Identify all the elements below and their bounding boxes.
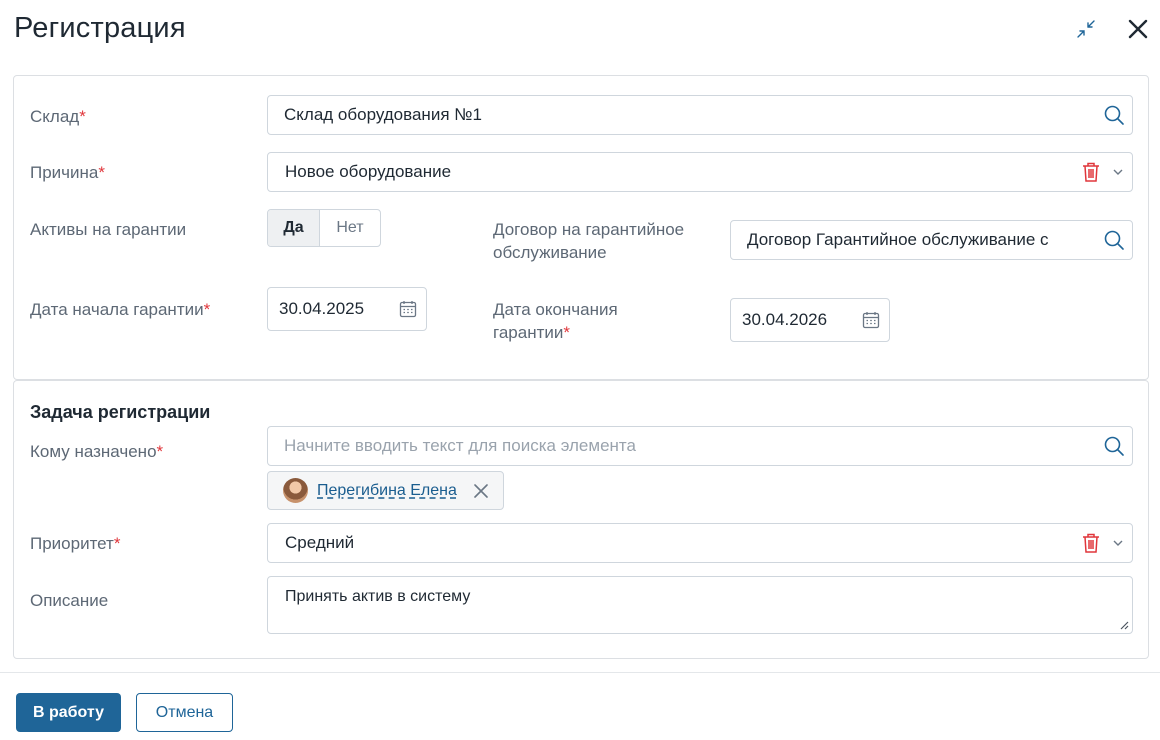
warranty-yes-option[interactable]: Да	[268, 210, 320, 246]
reason-value: Новое оборудование	[285, 162, 452, 181]
calendar-icon[interactable]	[853, 302, 889, 338]
warehouse-field[interactable]: Склад оборудования №1	[267, 95, 1133, 135]
chevron-down-icon[interactable]	[1104, 154, 1132, 190]
description-label: Описание	[30, 591, 109, 610]
warehouse-label: Склад*	[30, 107, 86, 126]
end-date-field[interactable]: 30.04.2026	[730, 298, 890, 342]
chevron-down-icon[interactable]	[1104, 525, 1132, 561]
priority-value: Средний	[285, 533, 355, 552]
main-fields-panel: Склад* Склад оборудования №1 Причина* Но…	[13, 75, 1149, 380]
end-date-value: 30.04.2026	[742, 310, 828, 329]
contract-field[interactable]: Договор Гарантийное обслуживание с	[730, 220, 1133, 260]
start-date-field[interactable]: 30.04.2025	[267, 287, 427, 331]
description-value: Принять актив в систему	[285, 588, 471, 605]
task-panel: Задача регистрации Кому назначено* Начни…	[13, 380, 1149, 659]
trash-icon[interactable]	[1078, 525, 1104, 561]
assignee-chip: Перегибина Елена	[267, 471, 504, 510]
trash-icon[interactable]	[1078, 154, 1104, 190]
search-icon[interactable]	[1096, 428, 1132, 464]
contract-label: Договор на гарантийное обслуживание	[493, 220, 685, 262]
cancel-button[interactable]: Отмена	[136, 693, 233, 732]
close-icon[interactable]	[471, 481, 491, 501]
start-date-value: 30.04.2025	[279, 299, 365, 318]
reason-label: Причина*	[30, 163, 105, 182]
calendar-icon[interactable]	[390, 291, 426, 327]
search-icon[interactable]	[1096, 222, 1132, 258]
warranty-label: Активы на гарантии	[30, 220, 187, 239]
start-date-label: Дата начала гарантии*	[30, 300, 211, 319]
warranty-no-option[interactable]: Нет	[320, 210, 380, 246]
close-icon	[1128, 19, 1148, 39]
section-title: Задача регистрации	[30, 402, 211, 422]
priority-label: Приоритет*	[30, 534, 121, 553]
assignee-search-input[interactable]: Начните вводить текст для поиска элемент…	[267, 426, 1133, 466]
description-textarea[interactable]: Принять актив в систему	[267, 576, 1133, 634]
priority-select[interactable]: Средний	[267, 523, 1133, 563]
avatar	[283, 478, 308, 503]
collapse-arrows-icon	[1077, 20, 1095, 38]
footer-divider	[0, 672, 1160, 673]
minimize-button[interactable]	[1072, 14, 1100, 44]
warehouse-value: Склад оборудования №1	[284, 105, 482, 124]
end-date-label: Дата окончания гарантии*	[493, 300, 618, 342]
submit-button[interactable]: В работу	[16, 693, 121, 732]
assignee-name-link[interactable]: Перегибина Елена	[317, 482, 457, 500]
resize-handle-icon[interactable]	[1119, 620, 1129, 630]
assignee-placeholder: Начните вводить текст для поиска элемент…	[284, 436, 636, 455]
dialog-title: Регистрация	[14, 12, 186, 44]
reason-select[interactable]: Новое оборудование	[267, 152, 1133, 192]
search-icon[interactable]	[1096, 97, 1132, 133]
close-button[interactable]	[1124, 14, 1152, 44]
contract-value: Договор Гарантийное обслуживание с	[747, 230, 1049, 249]
warranty-toggle[interactable]: Да Нет	[267, 209, 381, 247]
assignee-label: Кому назначено*	[30, 442, 164, 461]
